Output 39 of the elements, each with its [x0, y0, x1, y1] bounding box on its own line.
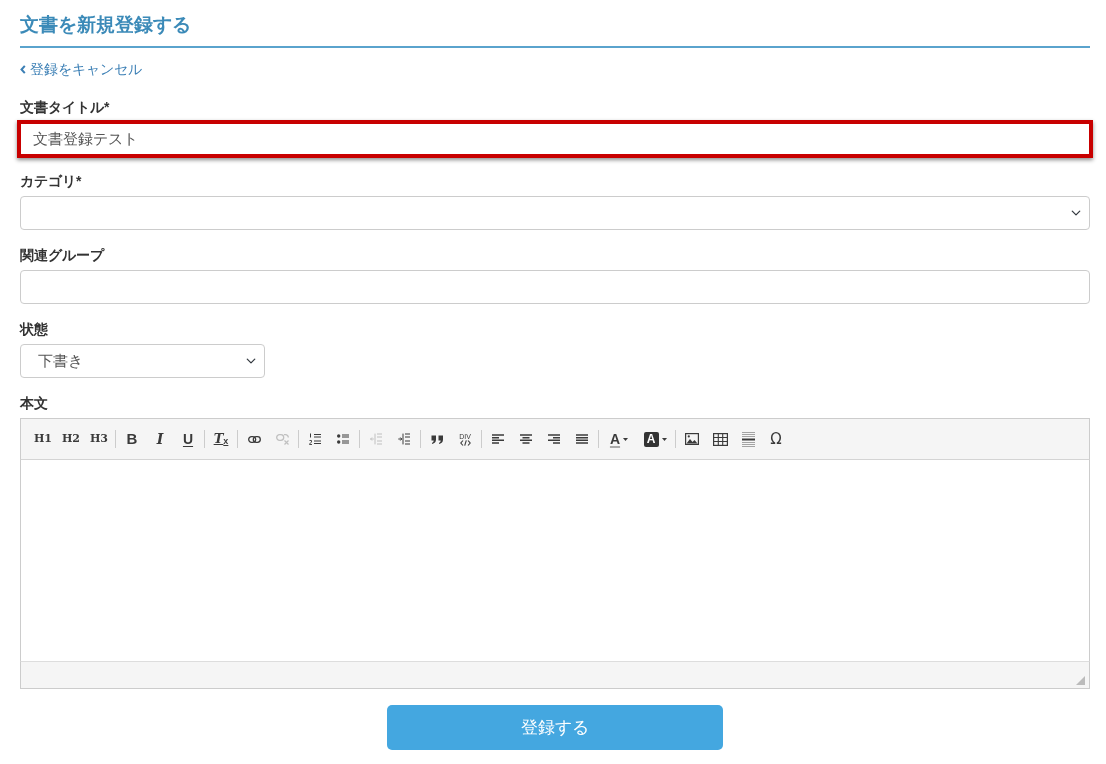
text-input[interactable]: [20, 270, 1090, 304]
heading-button[interactable]: H2: [57, 425, 85, 453]
text-input[interactable]: 文書登録テスト: [17, 120, 1093, 158]
field-label: 関連グループ: [20, 247, 104, 264]
cancel-link[interactable]: 登録をキャンセル: [20, 60, 142, 78]
justify-icon: [576, 434, 588, 444]
bold-button[interactable]: B: [118, 425, 146, 453]
caret-icon: [661, 437, 667, 441]
align-center-icon: [520, 434, 532, 444]
resize-grip-icon: [1076, 676, 1085, 685]
bullet-list-icon: [337, 434, 349, 444]
quote-icon: [430, 434, 444, 444]
field-label: 状態: [20, 321, 48, 338]
field-label: 文書タイトル*: [20, 99, 110, 116]
align-right-icon: [548, 434, 560, 444]
dropdown-select[interactable]: 下書き: [20, 344, 265, 378]
align-left-icon: [492, 434, 504, 444]
picture-icon: [685, 433, 699, 445]
caret-icon: [623, 437, 629, 441]
broken-chain-icon: [275, 433, 289, 445]
special-character-button[interactable]: Ω: [762, 425, 790, 453]
italic-button[interactable]: I: [146, 425, 174, 453]
text-color-button[interactable]: A: [601, 425, 637, 453]
chain-link-icon: [247, 435, 261, 443]
outdent-icon: [370, 433, 382, 445]
field-label: カテゴリ*: [20, 173, 82, 190]
highlight-color-button[interactable]: A: [637, 425, 673, 453]
code-brackets-icon: [459, 439, 471, 446]
underline-button[interactable]: U: [174, 425, 202, 453]
field-label: 本文: [20, 395, 48, 412]
heading-button[interactable]: H1: [29, 425, 57, 453]
heading-button[interactable]: H3: [85, 425, 113, 453]
indent-icon: [398, 433, 410, 445]
numbered-list-icon: [309, 433, 321, 445]
clear-format-button[interactable]: T$_{x}$: [207, 425, 235, 453]
page-title: 文書を新規登録する: [20, 12, 1090, 48]
horizontal-rule-icon: [741, 431, 755, 447]
table-icon: [712, 432, 728, 446]
chevron-left-icon: [20, 64, 26, 74]
